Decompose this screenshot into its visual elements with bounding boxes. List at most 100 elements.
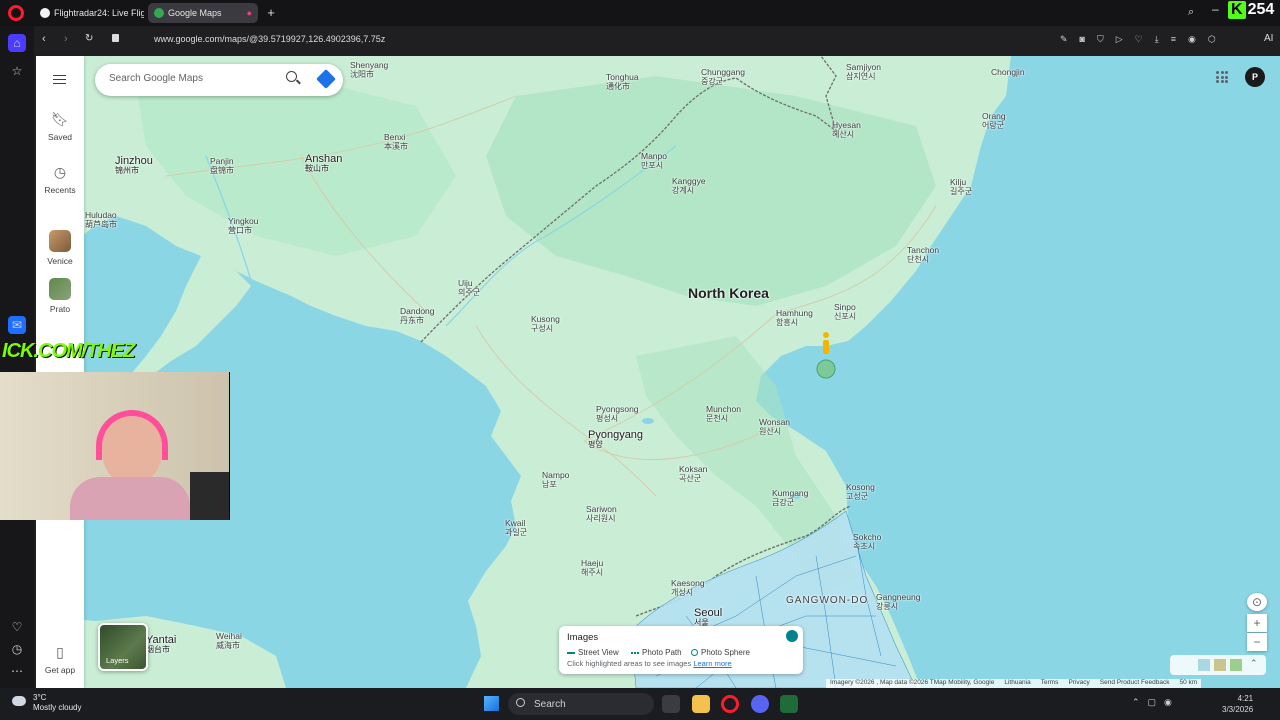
place-label[interactable]: Yingkou 营口市 [228,216,258,236]
place-label[interactable]: Weihai 威海市 [216,631,242,651]
scale-bar[interactable]: 50 km [1180,679,1198,688]
more-icon[interactable]: ⋯ [8,662,26,680]
transit-thumb[interactable] [1230,659,1242,671]
images-toggle[interactable] [786,630,798,642]
place-label[interactable]: Huludao 葫芦岛市 [85,210,117,230]
directions-icon[interactable] [316,69,336,89]
place-label[interactable]: Nampo 남포 [542,470,569,490]
place-label[interactable]: Orang 어랑군 [982,111,1006,131]
place-label[interactable]: Seoul 서울 [694,608,722,628]
discord-icon[interactable] [751,695,769,713]
taskbar-search[interactable]: Search [508,693,654,715]
place-label[interactable]: Shenyang 沈阳市 [350,60,388,80]
place-label[interactable]: Kusong 구성시 [531,314,560,334]
opera-icon[interactable] [721,695,739,713]
new-tab-button[interactable]: + [264,6,278,20]
zoom-out-button[interactable]: − [1247,633,1267,651]
place-label[interactable]: Benxi 本溪市 [384,132,408,152]
forward-icon[interactable]: › [64,33,68,45]
play-icon[interactable]: ▷ [1116,34,1123,45]
layers-button[interactable]: Layers [98,623,148,671]
tab-google-maps[interactable]: Google Maps ● [148,3,258,23]
map-type-thumbnails[interactable]: ⌃ [1170,655,1266,675]
reload-icon[interactable]: ↻ [85,33,93,44]
url-field[interactable]: www.google.com/maps/@39.5719927,126.4902… [154,34,385,44]
place-label[interactable]: Kosong 고성군 [846,482,875,502]
tab-close-icon[interactable]: ● [247,8,252,18]
place-label[interactable]: Jinzhou 锦州市 [115,156,153,176]
place-label[interactable]: Anshan 鞍山市 [305,154,342,174]
star-icon[interactable]: ☆ [8,62,26,80]
weather-widget[interactable]: 3°C Mostly cloudy [33,693,81,713]
expand-icon[interactable]: ⌃ [1250,658,1258,669]
my-location-button[interactable]: ⊙ [1247,593,1267,611]
zoom-in-button[interactable]: + [1247,614,1267,632]
place-label[interactable]: Sinpo 신포시 [834,302,856,322]
cube-icon[interactable]: ⬡ [1208,34,1216,45]
ai-button[interactable]: AI [1264,33,1273,44]
clock[interactable]: 4:21 3/3/2026 [1222,693,1253,715]
place-label[interactable]: Tonghua 通化市 [606,72,639,92]
camera-icon[interactable]: ◙ [1080,34,1085,45]
file-explorer-icon[interactable] [692,695,710,713]
shield-icon[interactable]: ⛉ [1097,34,1104,45]
app-icon[interactable] [780,695,798,713]
avatar[interactable]: P [1245,67,1265,87]
footer-privacy[interactable]: Privacy [1068,679,1089,688]
country-label[interactable]: North Korea [688,286,769,300]
minimize-button[interactable]: – [1212,2,1219,16]
saved-button[interactable]: 🔖︎ Saved [36,111,84,142]
tab-flightradar[interactable]: Flightradar24: Live Flight T [34,3,144,23]
place-label[interactable]: Manpo 만포시 [641,151,667,171]
place-label[interactable]: Kumgang 금강군 [772,488,808,508]
search-input[interactable] [109,73,279,84]
place-label[interactable]: Hamhung 함흥시 [776,308,813,328]
place-label[interactable]: Yantai 烟台市 [146,635,176,655]
place-label[interactable]: Pyongsong 평성시 [596,404,639,424]
satellite-thumb[interactable] [1214,659,1226,671]
place-label[interactable]: Sariwon 사리원시 [586,504,617,524]
windows-start-icon[interactable] [484,696,499,711]
place-label[interactable]: Chunggang 중강군 [701,67,745,87]
place-label[interactable]: Pyongyang 평양 [588,430,643,450]
task-view-icon[interactable] [662,695,680,713]
place-label[interactable]: Hyesan 혜산시 [832,120,861,140]
learn-more-link[interactable]: Learn more [693,659,731,668]
place-label[interactable]: Samjiyon 삼지연시 [846,62,881,82]
hamburger-menu-icon[interactable] [53,75,66,84]
place-label[interactable]: Koksan 곡산군 [679,464,707,484]
region-label[interactable]: GANGWON-DO [786,596,868,606]
place-label[interactable]: Munchon 문천시 [706,404,741,424]
place-label[interactable]: Kwail 과일군 [505,518,527,538]
messenger-icon[interactable]: ✉ [8,316,26,334]
recent-venice-button[interactable]: Venice [36,230,84,266]
heart-icon[interactable]: ♡ [1135,34,1143,45]
place-label[interactable]: Kanggye 강계시 [672,176,706,196]
place-label[interactable]: Sokcho 속초시 [853,532,881,552]
opera-logo-icon[interactable] [8,5,24,21]
google-apps-icon[interactable] [1216,71,1228,83]
history-icon[interactable]: ◷ [8,640,26,658]
download-icon[interactable]: ⤓ [1155,34,1159,45]
recent-prato-button[interactable]: Prato [36,278,84,314]
back-icon[interactable]: ‹ [42,33,46,45]
search-tabs-icon[interactable]: ⌕ [1188,6,1194,19]
place-label[interactable]: Uiju 의주군 [458,278,480,298]
place-label[interactable]: Dandong 丹东市 [400,306,435,326]
heart-icon[interactable]: ♡ [8,618,26,636]
edit-icon[interactable]: ✎ [1060,34,1068,45]
home-icon[interactable]: ⌂ [8,34,26,52]
footer-country[interactable]: Lithuania [1004,679,1030,688]
place-label[interactable]: Haeju 해주시 [581,558,603,578]
place-label[interactable]: Panjin 盘锦市 [210,156,234,176]
weather-icon[interactable] [12,696,26,706]
profile-icon[interactable]: ◉ [1188,34,1196,45]
menu-icon[interactable]: ≡ [1171,34,1176,45]
place-label[interactable]: Tanchon 단천시 [907,245,939,265]
tray-icons[interactable]: ⌃▢◉ [1132,697,1180,708]
terrain-thumb[interactable] [1198,659,1210,671]
place-label[interactable]: Kaesong 개성시 [671,578,705,598]
place-label[interactable]: Kilju 길주군 [950,177,972,197]
get-app-button[interactable]: ▯ Get app [36,644,84,675]
place-label[interactable]: Wonsan 원산시 [759,417,790,437]
